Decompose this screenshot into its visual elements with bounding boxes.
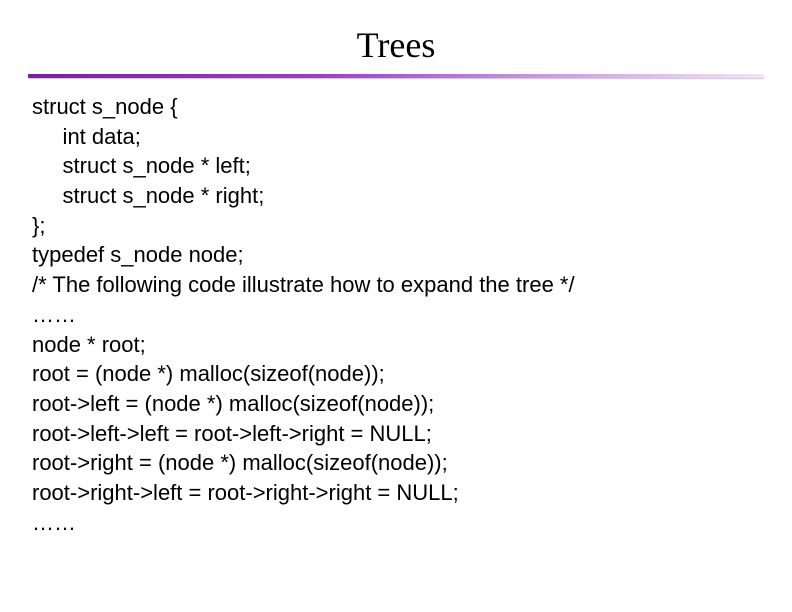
slide-title: Trees <box>0 0 792 74</box>
code-line: node * root; <box>32 330 768 360</box>
code-line: int data; <box>32 122 768 152</box>
code-line: …… <box>32 508 768 538</box>
code-line: struct s_node * right; <box>32 181 768 211</box>
code-line: root->right->left = root->right->right =… <box>32 478 768 508</box>
code-line: typedef s_node node; <box>32 240 768 270</box>
code-line: …… <box>32 300 768 330</box>
code-line: }; <box>32 211 768 241</box>
code-line: root->left->left = root->left->right = N… <box>32 419 768 449</box>
code-block: struct s_node { int data; struct s_node … <box>0 78 792 537</box>
code-line: root->left = (node *) malloc(sizeof(node… <box>32 389 768 419</box>
slide: Trees struct s_node { int data; struct s… <box>0 0 792 612</box>
code-line: struct s_node { <box>32 92 768 122</box>
code-line: root = (node *) malloc(sizeof(node)); <box>32 359 768 389</box>
code-line: /* The following code illustrate how to … <box>32 270 768 300</box>
code-line: root->right = (node *) malloc(sizeof(nod… <box>32 448 768 478</box>
code-line: struct s_node * left; <box>32 151 768 181</box>
